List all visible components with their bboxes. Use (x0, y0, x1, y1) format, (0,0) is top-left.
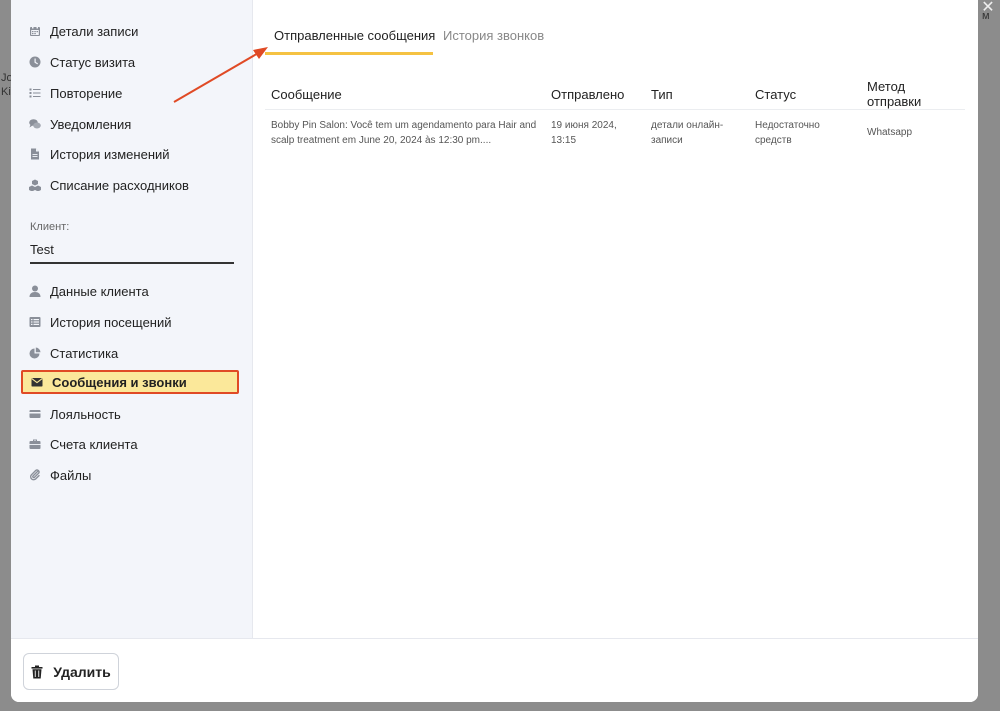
tab-sent-messages[interactable]: Отправленные сообщения (265, 18, 435, 55)
calendar-icon (29, 25, 41, 37)
sidebar-item-files[interactable]: Файлы (21, 463, 239, 487)
column-header-status: Статус (749, 79, 861, 110)
sidebar-item-client-data[interactable]: Данные клиента (21, 279, 239, 303)
chat-icon (29, 118, 41, 130)
sidebar-item-messages-and-calls[interactable]: Сообщения и звонки (21, 370, 239, 394)
user-icon (29, 285, 41, 297)
sidebar-item-label: История посещений (50, 314, 172, 330)
modal-footer: Удалить (11, 638, 978, 702)
table-row[interactable]: Bobby Pin Salon: Você tem um agendamento… (265, 110, 965, 156)
cell-type: детали онлайн-записи (651, 119, 724, 146)
cell-sent: 19 июня 2024, 13:15 (551, 119, 617, 146)
sidebar-item-label: Лояльность (50, 406, 121, 422)
clock-icon (29, 56, 41, 68)
cell-method: Whatsapp (867, 127, 913, 139)
cubes-icon (29, 179, 41, 191)
sidebar-item-label: Уведомления (50, 116, 132, 132)
sidebar: Детали записи Статус визита Повторение У… (11, 0, 253, 638)
briefcase-icon (29, 438, 41, 450)
column-header-sent: Отправлено (545, 79, 645, 110)
pie-chart-icon (29, 347, 41, 359)
card-icon (29, 408, 41, 420)
column-header-method: Метод отправки (861, 79, 965, 110)
sidebar-item-loyalty[interactable]: Лояльность (21, 402, 239, 426)
document-icon (29, 148, 41, 160)
sidebar-item-statistics[interactable]: Статистика (21, 341, 239, 365)
cell-message: Bobby Pin Salon: Você tem um agendamento… (271, 119, 537, 146)
sidebar-item-client-accounts[interactable]: Счета клиента (21, 432, 239, 456)
sidebar-item-repeat[interactable]: Повторение (21, 81, 239, 105)
column-header-message: Сообщение (265, 79, 545, 110)
background-fragment-2: Ki (1, 86, 11, 98)
sidebar-item-label: Файлы (50, 467, 92, 483)
appointment-modal: Детали записи Статус визита Повторение У… (11, 0, 978, 702)
list-icon (29, 87, 41, 99)
cell-status: Недостаточно средств (755, 119, 820, 146)
sidebar-item-label: Счета клиента (50, 436, 138, 452)
messages-table: Сообщение Отправлено Тип Статус Метод от… (265, 79, 965, 156)
sidebar-item-visit-status[interactable]: Статус визита (21, 50, 239, 74)
sidebar-item-label: Статистика (50, 345, 119, 361)
column-header-type: Тип (645, 79, 749, 110)
sidebar-item-label: Сообщения и звонки (52, 374, 187, 390)
delete-button[interactable]: Удалить (23, 653, 119, 690)
sidebar-item-label: Данные клиента (50, 283, 149, 299)
sidebar-item-label: История изменений (50, 146, 170, 162)
envelope-icon (31, 376, 43, 388)
client-label: Клиент: (30, 221, 70, 233)
sidebar-item-change-history[interactable]: История изменений (21, 142, 239, 166)
sidebar-item-notifications[interactable]: Уведомления (21, 112, 239, 136)
sidebar-item-consumables[interactable]: Списание расходников (21, 173, 239, 197)
sidebar-item-label: Детали записи (50, 23, 139, 39)
delete-button-label: Удалить (53, 663, 111, 680)
sidebar-item-appointment-details[interactable]: Детали записи (21, 19, 239, 43)
trash-icon (31, 665, 43, 678)
history-list-icon (29, 316, 41, 328)
sidebar-item-visit-history[interactable]: История посещений (21, 310, 239, 334)
paperclip-icon (29, 469, 41, 481)
sidebar-item-label: Списание расходников (50, 177, 189, 193)
sidebar-item-label: Статус визита (50, 54, 136, 70)
client-field[interactable] (30, 236, 234, 264)
close-icon[interactable]: ✕ (980, 0, 996, 16)
tab-call-history[interactable]: История звонков (443, 18, 544, 55)
sidebar-item-label: Повторение (50, 85, 123, 101)
table-header-row: Сообщение Отправлено Тип Статус Метод от… (265, 79, 965, 110)
